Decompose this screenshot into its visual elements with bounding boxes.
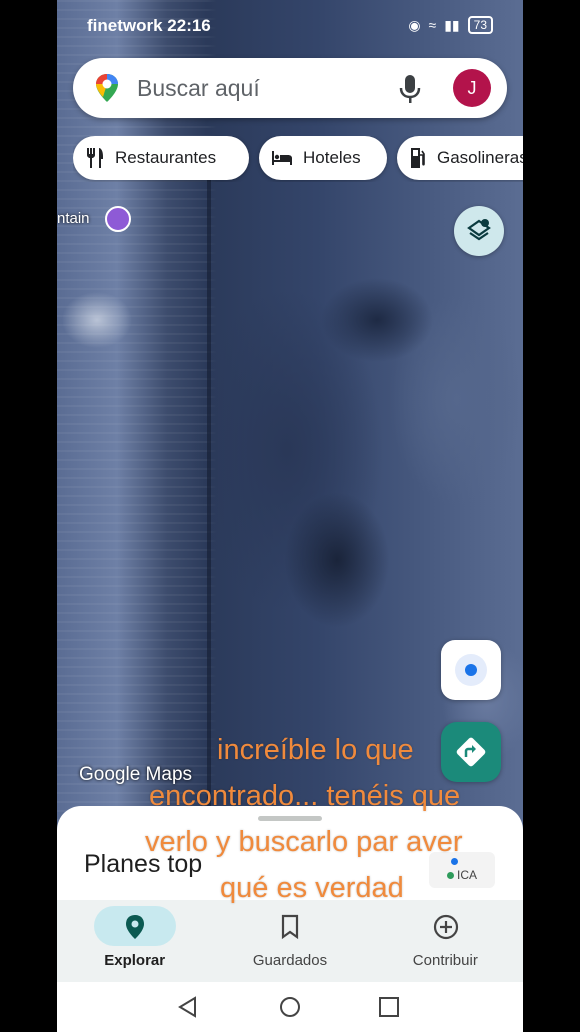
- location-icon: ◉: [408, 16, 421, 33]
- bottom-navigation: Explorar Guardados Contribuir: [57, 900, 523, 982]
- search-bar[interactable]: Buscar aquí J: [73, 58, 507, 118]
- layers-button[interactable]: [454, 206, 504, 256]
- aqi-label: ICA: [457, 868, 478, 882]
- maps-pin-icon: [96, 74, 118, 102]
- avatar[interactable]: J: [453, 69, 491, 107]
- layers-icon: [467, 219, 491, 241]
- chip-label: Hoteles: [303, 148, 361, 167]
- aqi-indicator-icon: [451, 854, 461, 868]
- my-location-button[interactable]: [441, 640, 501, 700]
- location-dot-icon: [465, 664, 477, 676]
- chip-hoteles[interactable]: Hoteles: [259, 136, 387, 180]
- fork-knife-icon: [87, 148, 103, 168]
- tab-explorar[interactable]: Explorar: [57, 900, 212, 982]
- carrier-time: finetwork 22:16: [87, 16, 211, 35]
- directions-icon: [456, 737, 486, 767]
- battery-icon: 73: [467, 16, 493, 34]
- category-chips: Restaurantes Hoteles Gasolineras: [73, 136, 523, 182]
- tab-contribuir[interactable]: Contribuir: [368, 900, 523, 982]
- signal-icon: ▮▮: [444, 16, 460, 33]
- directions-button[interactable]: [441, 722, 501, 782]
- tab-label: Guardados: [252, 952, 328, 969]
- wifi-icon: ≈: [428, 17, 437, 33]
- search-input[interactable]: Buscar aquí: [137, 75, 260, 102]
- map-place-label[interactable]: ntain: [57, 210, 90, 227]
- air-quality-badge[interactable]: ICA: [429, 852, 495, 888]
- chip-label: Gasolineras: [437, 148, 523, 167]
- tab-label: Explorar: [104, 952, 166, 969]
- bookmark-icon: [281, 914, 299, 940]
- castle-pin-icon[interactable]: [105, 206, 131, 232]
- back-icon[interactable]: [177, 996, 199, 1018]
- add-circle-icon: [434, 914, 459, 940]
- chip-restaurantes[interactable]: Restaurantes: [73, 136, 249, 180]
- google-maps-logo: Google Maps: [79, 764, 193, 785]
- system-navigation-bar: [57, 982, 523, 1032]
- tab-label: Contribuir: [412, 952, 478, 969]
- bed-icon: [272, 151, 292, 165]
- status-bar: finetwork 22:16 ◉ ≈ ▮▮ 73: [57, 0, 523, 52]
- chip-label: Restaurantes: [115, 148, 217, 167]
- phone-screen: finetwork 22:16 ◉ ≈ ▮▮ 73 Buscar aquí J: [57, 0, 523, 1032]
- location-pin-icon: [125, 915, 144, 939]
- sheet-drag-handle[interactable]: [258, 816, 322, 821]
- status-icons: ◉ ≈ ▮▮ 73: [408, 16, 493, 34]
- chip-gasolineras[interactable]: Gasolineras: [397, 136, 523, 180]
- sheet-title: Planes top: [84, 850, 203, 878]
- home-icon[interactable]: [279, 996, 301, 1018]
- recents-icon[interactable]: [378, 996, 400, 1018]
- microphone-icon[interactable]: [399, 74, 421, 104]
- tab-guardados[interactable]: Guardados: [212, 900, 367, 982]
- gas-station-icon: [411, 148, 425, 168]
